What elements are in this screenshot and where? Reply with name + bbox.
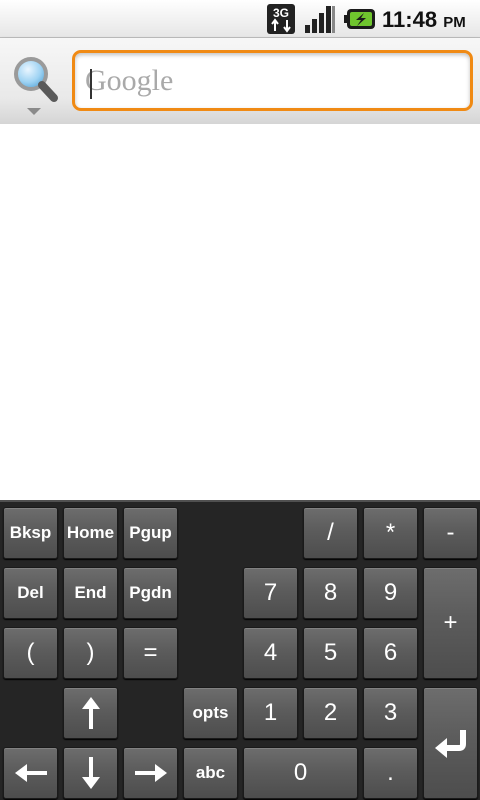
key-label: Pgdn [129, 583, 172, 602]
clock: 11:48 PM [382, 7, 478, 33]
key-enter[interactable] [423, 687, 478, 799]
enter-return-icon [434, 730, 466, 758]
key-equals[interactable]: = [123, 627, 178, 679]
arrow-right-icon [134, 764, 167, 782]
magnifier-icon [14, 57, 58, 115]
key-label: 5 [323, 639, 338, 666]
key-5[interactable]: 5 [303, 627, 358, 679]
key-label: - [446, 519, 455, 546]
key-multiply[interactable]: * [363, 507, 418, 559]
key-pgup[interactable]: Pgup [123, 507, 178, 559]
clock-time: 11:48 [382, 7, 438, 32]
key-label: / [327, 519, 334, 546]
key-label: opts [192, 703, 229, 722]
key-label: Del [17, 583, 44, 602]
key-bksp[interactable]: Bksp [3, 507, 58, 559]
key-label: 8 [323, 579, 338, 606]
key-label: End [74, 583, 107, 602]
key-dot[interactable]: . [363, 747, 418, 799]
key-left[interactable] [3, 747, 58, 799]
key-label: * [385, 519, 396, 546]
arrow-left-icon [14, 764, 47, 782]
key-label: abc [195, 763, 226, 782]
key-2[interactable]: 2 [303, 687, 358, 739]
network-type-label: 3G [273, 6, 289, 20]
signal-strength-icon [305, 6, 335, 33]
key-label: 4 [263, 639, 278, 666]
key-end[interactable]: End [63, 567, 118, 619]
key-plus[interactable]: + [423, 567, 478, 679]
key-divide[interactable]: / [303, 507, 358, 559]
key-abc[interactable]: abc [183, 747, 238, 799]
key-label: ) [86, 639, 95, 666]
key-label: Home [66, 523, 115, 542]
content-area [0, 124, 480, 500]
key-minus[interactable]: - [423, 507, 478, 559]
key-right[interactable] [123, 747, 178, 799]
text-cursor [90, 69, 92, 99]
clock-ampm: PM [443, 14, 466, 31]
key-del[interactable]: Del [3, 567, 58, 619]
key-3[interactable]: 3 [363, 687, 418, 739]
arrow-up-icon [81, 697, 100, 729]
key-label: = [143, 639, 158, 666]
key-down[interactable] [63, 747, 118, 799]
search-field[interactable] [72, 50, 473, 111]
key-label: ( [26, 639, 35, 666]
key-up[interactable] [63, 687, 118, 739]
key-rparen[interactable]: ) [63, 627, 118, 679]
key-1[interactable]: 1 [243, 687, 298, 739]
key-6[interactable]: 6 [363, 627, 418, 679]
status-bar: 3G 11:48 PM [0, 0, 480, 38]
key-label: Bksp [9, 523, 52, 542]
key-9[interactable]: 9 [363, 567, 418, 619]
key-label: 6 [383, 639, 398, 666]
key-label: 1 [263, 699, 278, 726]
keypad: Bksp Home Pgup / * - Del End Pgdn 7 8 9 … [0, 500, 480, 800]
key-4[interactable]: 4 [243, 627, 298, 679]
search-engine-button[interactable] [6, 48, 62, 120]
key-8[interactable]: 8 [303, 567, 358, 619]
key-label: Pgup [129, 523, 172, 542]
key-label: + [443, 609, 458, 636]
key-label: 0 [293, 759, 308, 786]
key-pgdn[interactable]: Pgdn [123, 567, 178, 619]
key-7[interactable]: 7 [243, 567, 298, 619]
search-input[interactable] [85, 59, 455, 103]
search-bar [0, 38, 480, 124]
key-label: 7 [263, 579, 278, 606]
3g-data-icon: 3G [267, 4, 295, 34]
key-label: 2 [323, 699, 338, 726]
screen: 3G 11:48 PM Google Bksp Home Pgup / * - … [0, 0, 480, 800]
key-label: 3 [383, 699, 398, 726]
key-0[interactable]: 0 [243, 747, 358, 799]
arrow-down-icon [81, 757, 100, 789]
key-opts[interactable]: opts [183, 687, 238, 739]
key-label: . [387, 759, 394, 786]
key-label: 9 [383, 579, 398, 606]
key-lparen[interactable]: ( [3, 627, 58, 679]
key-home[interactable]: Home [63, 507, 118, 559]
battery-charging-icon [344, 9, 375, 29]
